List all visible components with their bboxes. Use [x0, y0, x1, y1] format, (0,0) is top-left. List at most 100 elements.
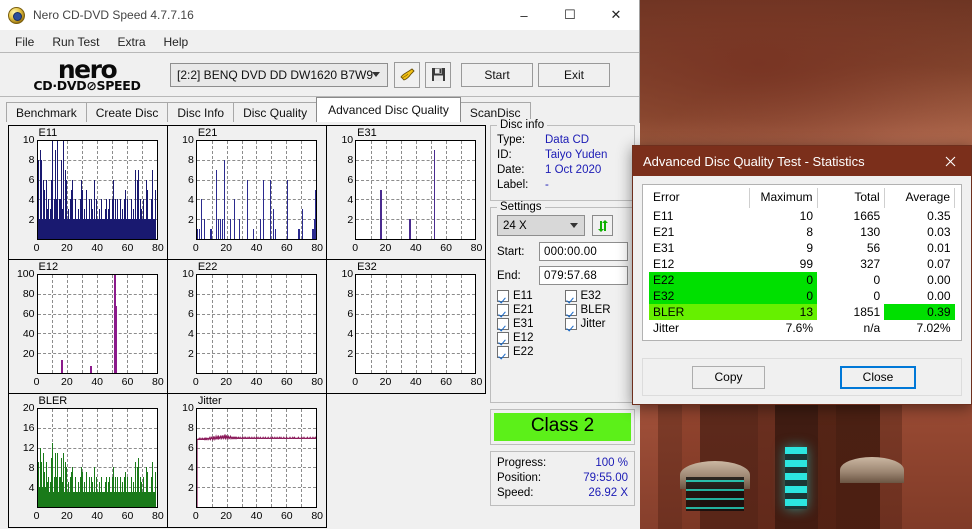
checkbox-label: E32	[580, 290, 601, 302]
y-tick-label: 20	[22, 401, 35, 414]
checkmark-icon	[497, 346, 509, 358]
checkmark-icon	[497, 304, 509, 316]
bar	[219, 218, 221, 239]
close-dialog-button[interactable]: Close	[840, 365, 916, 389]
tab-benchmark[interactable]: Benchmark	[6, 102, 87, 122]
maximize-button[interactable]: ☐	[547, 0, 593, 31]
checkbox-e32[interactable]: E32	[564, 290, 629, 302]
y-tick-label: 20	[22, 347, 35, 360]
tab-label: Create Disc	[95, 105, 159, 120]
bar	[154, 472, 156, 507]
copy-button[interactable]: Copy	[692, 365, 765, 389]
bar	[297, 228, 299, 239]
refresh-arrows-icon	[597, 219, 608, 232]
y-tick-label: 60	[22, 307, 35, 320]
x-tick-label: 0	[352, 241, 359, 254]
cell-error: E21	[653, 225, 675, 239]
tab-advanced-disc-quality[interactable]: Advanced Disc Quality	[316, 97, 461, 122]
x-tick-label: 20	[60, 509, 73, 522]
x-tick-label: 20	[220, 241, 232, 254]
gridline-vertical	[400, 274, 402, 373]
minimize-button[interactable]: –	[501, 0, 547, 31]
menu-help[interactable]: Help	[156, 33, 197, 51]
tab-create-disc[interactable]: Create Disc	[85, 102, 169, 122]
dialog-close-button[interactable]	[929, 146, 971, 176]
bar	[239, 218, 240, 239]
bar	[211, 228, 212, 239]
checkbox-e12[interactable]: E12	[497, 332, 561, 344]
refresh-button[interactable]	[592, 215, 613, 236]
start-button[interactable]: Start	[461, 62, 533, 87]
exit-button[interactable]: Exit	[538, 62, 610, 87]
x-tick-label: 80	[151, 375, 164, 388]
gridline-vertical	[241, 274, 243, 373]
speed-select[interactable]: 24 X	[497, 215, 585, 236]
gridline-vertical	[141, 274, 143, 373]
y-tick-label: 4	[28, 193, 35, 206]
drive-select[interactable]: [2:2] BENQ DVD DD DW1620 B7W9	[170, 62, 388, 87]
cell-total: 0	[873, 273, 881, 287]
end-label: End:	[497, 269, 521, 282]
nero-logo: nero CD·DVD⊘SPEED	[12, 57, 162, 93]
bar	[299, 228, 300, 239]
bar	[222, 218, 223, 239]
checkbox-e11[interactable]: E11	[497, 290, 561, 302]
drive-select-value: [2:2] BENQ DVD DD DW1620 B7W9	[177, 67, 374, 82]
disc-scan-icon	[399, 68, 415, 81]
disc-info-type-value: Data CD	[545, 134, 590, 146]
x-tick-label: 0	[192, 241, 199, 254]
tab-disc-quality[interactable]: Disc Quality	[233, 102, 318, 122]
bar	[314, 189, 316, 239]
end-input[interactable]: 079:57.68	[539, 266, 628, 285]
checkbox-jitter[interactable]: Jitter	[564, 318, 629, 330]
x-tick-label: 20	[379, 241, 392, 254]
y-tick-label: 10	[182, 401, 194, 414]
menu-extra[interactable]: Extra	[109, 33, 153, 51]
x-tick-label: 40	[409, 375, 422, 388]
header-error: Error	[649, 188, 751, 208]
gridline-vertical	[52, 274, 54, 373]
checkbox-e22[interactable]: E22	[497, 346, 561, 358]
gridline-vertical	[301, 274, 303, 373]
x-axis-e12: 0 20 40 60 80	[34, 375, 164, 390]
x-tick-label: 20	[60, 375, 73, 388]
checkbox-bler[interactable]: BLER	[564, 304, 629, 316]
chart-title-jitter: Jitter	[197, 394, 222, 407]
gridline-horizontal	[356, 333, 476, 335]
y-tick-label: 8	[28, 461, 35, 474]
bar	[302, 209, 303, 239]
cell-maximum: 99	[799, 257, 814, 271]
cell-error: E32	[649, 288, 750, 304]
x-tick-label: 60	[280, 375, 293, 388]
bar	[263, 179, 264, 239]
x-tick-label: 0	[33, 509, 40, 522]
checkbox-e31[interactable]: E31	[497, 318, 561, 330]
close-button[interactable]: ✕	[593, 0, 639, 31]
checkbox-label: E11	[513, 290, 533, 302]
x-axis-e32: 0 20 40 60 80	[352, 375, 482, 390]
menu-file[interactable]: File	[7, 33, 42, 51]
spike-bar	[61, 359, 63, 373]
cell-average: 7.02%	[916, 321, 951, 335]
x-axis-e31: 0 20 40 60 80	[352, 241, 482, 256]
start-input[interactable]: 000:00.00	[539, 242, 628, 261]
chart-title-e21: E21	[197, 126, 218, 139]
checkbox-label: E22	[513, 346, 534, 358]
menu-run-test[interactable]: Run Test	[44, 33, 107, 51]
gridline-horizontal	[196, 352, 317, 354]
x-tick-label: 20	[60, 241, 73, 254]
plot-area-e31	[355, 139, 477, 240]
cell-total: 56	[866, 241, 881, 255]
tab-disc-info[interactable]: Disc Info	[167, 102, 235, 122]
dialog-body: Error Maximum Total Average E11 10 1665 0.3…	[633, 176, 971, 341]
checkbox-e21[interactable]: E21	[497, 304, 561, 316]
disc-scan-icon-button[interactable]	[394, 61, 420, 88]
statistics-table: Error Maximum Total Average E11 10 1665 0.3…	[649, 188, 956, 336]
bar	[224, 160, 225, 239]
cell-total: 1851	[853, 305, 881, 319]
checkbox-spacer	[565, 346, 629, 358]
y-tick-label: 8	[187, 421, 194, 434]
y-tick-label: 6	[187, 441, 194, 454]
cell-total: n/a	[863, 321, 881, 335]
save-floppy-icon-button[interactable]	[425, 61, 451, 88]
